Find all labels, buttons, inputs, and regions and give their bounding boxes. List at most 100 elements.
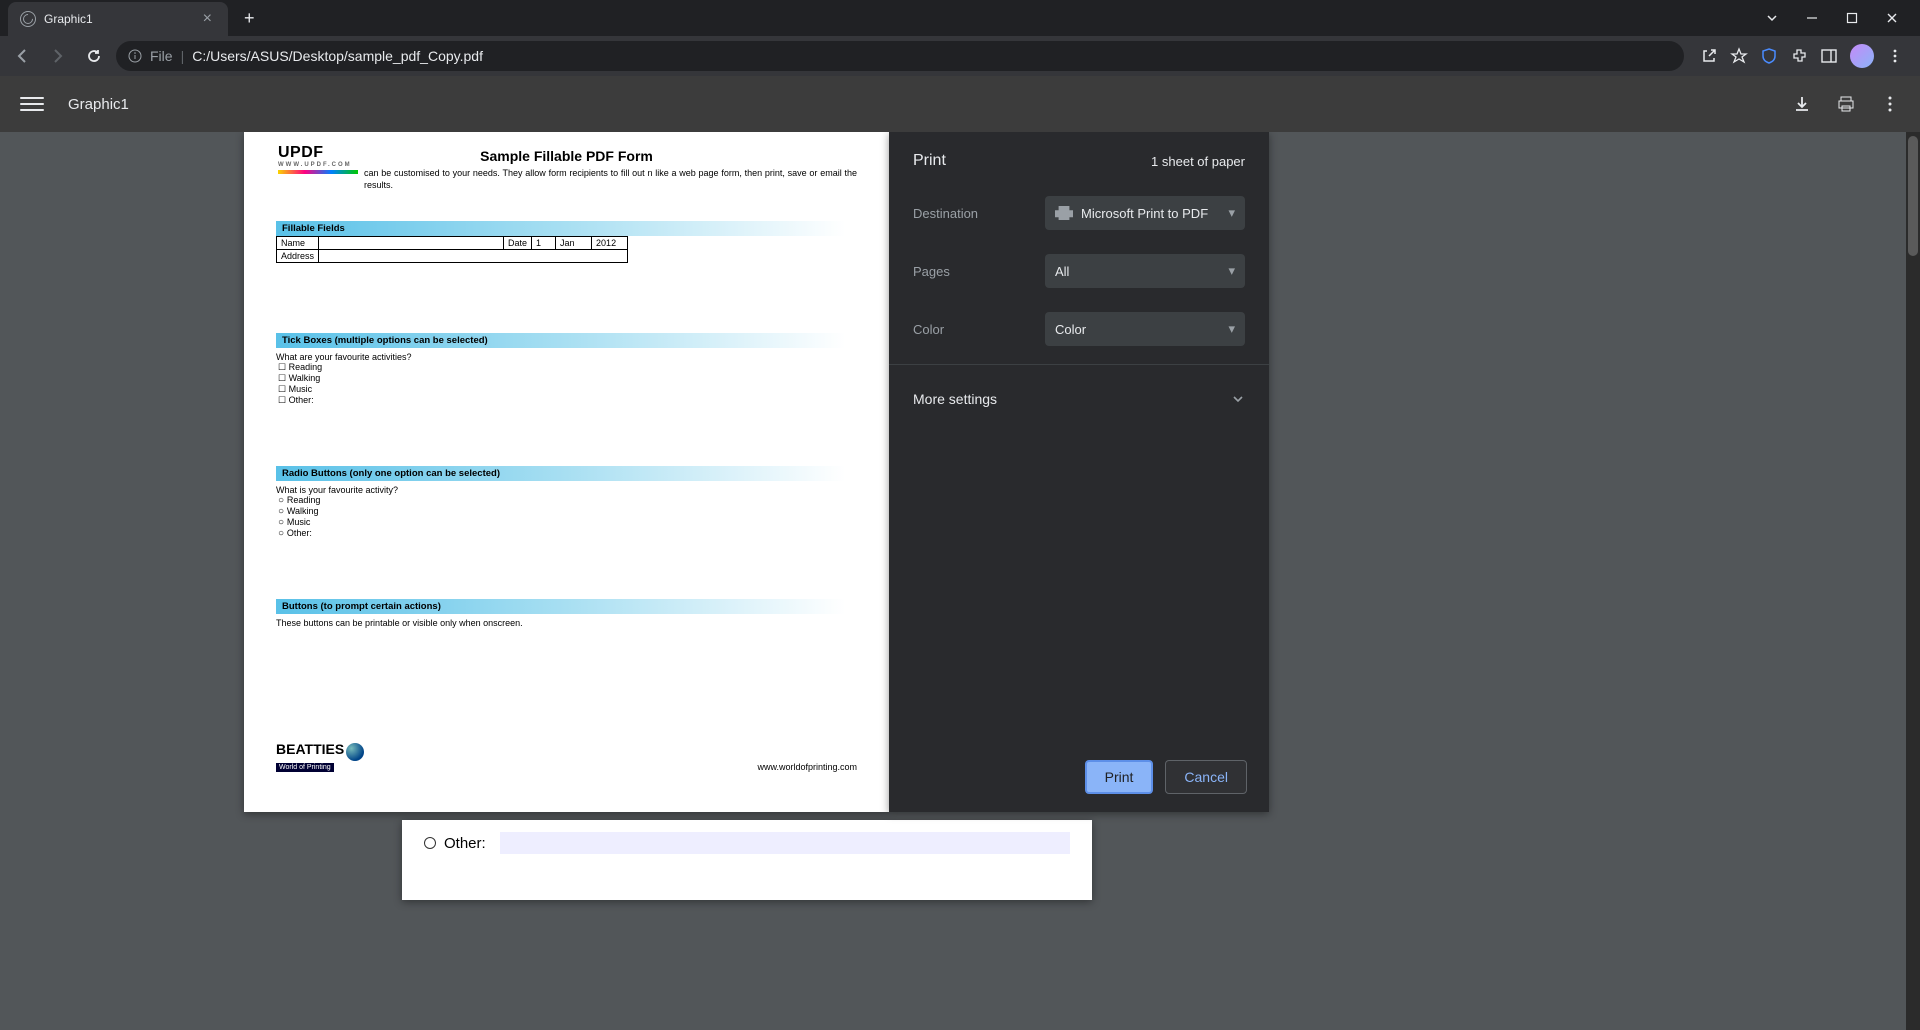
close-window-button[interactable]	[1876, 4, 1908, 32]
shield-icon[interactable]	[1760, 47, 1778, 65]
radio-option: Other:	[278, 528, 857, 539]
browser-tab[interactable]: Graphic1 ×	[8, 2, 228, 36]
doc-intro: can be customised to your needs. They al…	[276, 168, 857, 191]
doc-footer: BEATTIES World of Printing www.worldofpr…	[276, 741, 857, 772]
hamburger-icon[interactable]	[20, 92, 44, 116]
back-button[interactable]	[8, 42, 36, 70]
vertical-scrollbar[interactable]	[1906, 132, 1920, 1030]
doc-logo: UPDF WWW.UPDF.COM	[278, 144, 358, 174]
forward-button[interactable]	[44, 42, 72, 70]
color-label: Color	[913, 322, 1033, 337]
radio-option: Reading	[278, 495, 857, 506]
window-controls	[1756, 4, 1920, 32]
url-path: C:/Users/ASUS/Desktop/sample_pdf_Copy.pd…	[192, 48, 483, 64]
address-value	[319, 250, 628, 263]
pages-select[interactable]: All ▾	[1045, 254, 1245, 288]
extensions-icon[interactable]	[1790, 47, 1808, 65]
tickbox-question: What are your favourite activities?	[276, 352, 857, 362]
pdf-viewport[interactable]: UPDF WWW.UPDF.COM Sample Fillable PDF Fo…	[0, 132, 1906, 1030]
name-value	[319, 237, 504, 250]
print-dialog-title: Print	[913, 152, 946, 170]
footer-brand-sub: World of Printing	[276, 763, 334, 772]
checkbox-option: Music	[278, 384, 857, 395]
address-bar: File | C:/Users/ASUS/Desktop/sample_pdf_…	[0, 36, 1920, 76]
sheet-count: 1 sheet of paper	[1151, 154, 1245, 169]
chevron-down-icon: ▾	[1228, 321, 1235, 337]
date-month: Jan	[556, 237, 592, 250]
address-label: Address	[277, 250, 319, 263]
color-value: Color	[1055, 322, 1086, 337]
print-preview-page: UPDF WWW.UPDF.COM Sample Fillable PDF Fo…	[244, 132, 889, 812]
tab-close-icon[interactable]: ×	[199, 10, 216, 28]
cancel-button[interactable]: Cancel	[1165, 760, 1247, 794]
sidepanel-icon[interactable]	[1820, 47, 1838, 65]
chevron-down-icon	[1231, 392, 1245, 406]
radio-icon	[424, 837, 436, 849]
color-select[interactable]: Color ▾	[1045, 312, 1245, 346]
doc-logo-subtext: WWW.UPDF.COM	[278, 162, 358, 168]
footer-brand: BEATTIES	[276, 741, 344, 757]
doc-logo-bar-icon	[278, 170, 358, 174]
radio-label: Other:	[444, 835, 486, 852]
browser-titlebar: Graphic1 × +	[0, 0, 1920, 36]
name-label: Name	[277, 237, 319, 250]
fillable-fields-table: Name Date 1 Jan 2012 Address	[276, 236, 628, 263]
print-button[interactable]: Print	[1085, 760, 1154, 794]
more-settings-toggle[interactable]: More settings	[889, 373, 1269, 425]
download-icon[interactable]	[1792, 94, 1812, 114]
tab-title: Graphic1	[44, 12, 199, 26]
pdf-document-title: Graphic1	[68, 96, 129, 113]
destination-label: Destination	[913, 206, 1033, 221]
info-icon	[128, 49, 142, 63]
url-field[interactable]: File | C:/Users/ASUS/Desktop/sample_pdf_…	[116, 41, 1684, 71]
doc-title: Sample Fillable PDF Form	[276, 148, 857, 164]
checkbox-option: Walking	[278, 373, 857, 384]
more-options-icon[interactable]	[1880, 94, 1900, 114]
profile-avatar[interactable]	[1850, 44, 1874, 68]
printer-icon	[1055, 206, 1073, 220]
new-tab-button[interactable]: +	[244, 8, 255, 29]
reload-button[interactable]	[80, 42, 108, 70]
destination-value: Microsoft Print to PDF	[1081, 206, 1208, 221]
divider	[889, 364, 1269, 365]
more-settings-label: More settings	[913, 391, 997, 407]
print-dialog: Print 1 sheet of paper Destination Micro…	[889, 132, 1269, 812]
radio-option: Walking	[278, 506, 857, 517]
table-row: Address	[277, 250, 628, 263]
other-text-input[interactable]	[500, 832, 1070, 854]
pages-label: Pages	[913, 264, 1033, 279]
date-year: 2012	[592, 237, 628, 250]
doc-logo-text: UPDF	[278, 144, 358, 162]
radio-question: What is your favourite activity?	[276, 485, 857, 495]
pdf-viewer-toolbar: Graphic1	[0, 76, 1920, 132]
url-scheme: File	[150, 48, 173, 64]
date-label: Date	[504, 237, 532, 250]
print-icon[interactable]	[1836, 94, 1856, 114]
radio-option: Music	[278, 517, 857, 528]
chevron-down-icon: ▾	[1228, 205, 1235, 221]
share-icon[interactable]	[1700, 47, 1718, 65]
chevron-down-icon: ▾	[1228, 263, 1235, 279]
chevron-down-icon[interactable]	[1756, 4, 1788, 32]
date-day: 1	[532, 237, 556, 250]
url-separator: |	[181, 48, 185, 64]
footer-url: www.worldofprinting.com	[757, 762, 857, 772]
section-radio: Radio Buttons (only one option can be se…	[276, 466, 857, 481]
section-fillable-fields: Fillable Fields	[276, 221, 857, 236]
checkbox-option: Other:	[278, 395, 857, 406]
globe-icon	[346, 743, 364, 761]
table-row: Name Date 1 Jan 2012	[277, 237, 628, 250]
underlying-pdf-page: Other:	[402, 820, 1092, 900]
scrollbar-thumb[interactable]	[1908, 136, 1918, 256]
minimize-button[interactable]	[1796, 4, 1828, 32]
tab-favicon-icon	[20, 11, 36, 27]
bookmark-icon[interactable]	[1730, 47, 1748, 65]
radio-option-other[interactable]: Other:	[424, 832, 1070, 854]
destination-select[interactable]: Microsoft Print to PDF ▾	[1045, 196, 1245, 230]
section-buttons: Buttons (to prompt certain actions)	[276, 599, 857, 614]
section-tickboxes: Tick Boxes (multiple options can be sele…	[276, 333, 857, 348]
checkbox-option: Reading	[278, 362, 857, 373]
maximize-button[interactable]	[1836, 4, 1868, 32]
menu-icon[interactable]	[1886, 47, 1904, 65]
pages-value: All	[1055, 264, 1069, 279]
